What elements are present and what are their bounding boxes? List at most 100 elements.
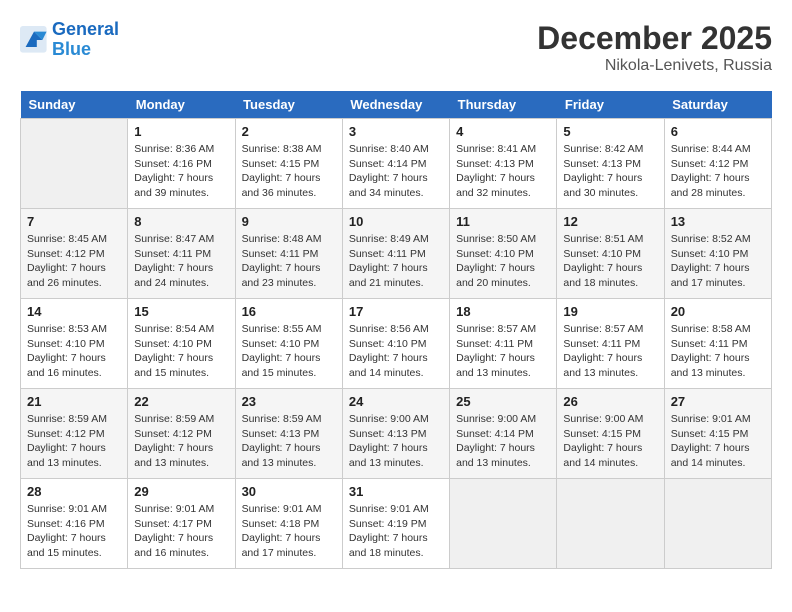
- month-title: December 2025: [537, 20, 772, 57]
- logo: General Blue: [20, 20, 119, 60]
- column-header-saturday: Saturday: [664, 91, 771, 119]
- calendar-week-row: 28 Sunrise: 9:01 AMSunset: 4:16 PMDayligh…: [21, 479, 772, 569]
- day-number: 28: [27, 484, 121, 499]
- day-number: 30: [242, 484, 336, 499]
- day-info: Sunrise: 8:41 AMSunset: 4:13 PMDaylight:…: [456, 142, 550, 201]
- day-info: Sunrise: 8:59 AMSunset: 4:12 PMDaylight:…: [27, 412, 121, 471]
- day-info: Sunrise: 9:01 AMSunset: 4:19 PMDaylight:…: [349, 502, 443, 561]
- calendar-cell: 16 Sunrise: 8:55 AMSunset: 4:10 PMDayligh…: [235, 299, 342, 389]
- logo-icon: [20, 26, 48, 54]
- calendar-cell: 19Sunrise: 8:57 AMSunset: 4:11 PMDayligh…: [557, 299, 664, 389]
- calendar-cell: 13 Sunrise: 8:52 AMSunset: 4:10 PMDayligh…: [664, 209, 771, 299]
- day-info: Sunrise: 8:48 AMSunset: 4:11 PMDaylight:…: [242, 232, 336, 291]
- day-info: Sunrise: 8:52 AMSunset: 4:10 PMDaylight:…: [671, 232, 765, 291]
- day-number: 27: [671, 394, 765, 409]
- calendar-table: SundayMondayTuesdayWednesdayThursdayFrid…: [20, 91, 772, 569]
- day-info: Sunrise: 8:36 AMSunset: 4:16 PMDaylight:…: [134, 142, 228, 201]
- calendar-header-row: SundayMondayTuesdayWednesdayThursdayFrid…: [21, 91, 772, 119]
- day-info: Sunrise: 9:01 AMSunset: 4:17 PMDaylight:…: [134, 502, 228, 561]
- day-number: 6: [671, 124, 765, 139]
- calendar-cell: 28 Sunrise: 9:01 AMSunset: 4:16 PMDayligh…: [21, 479, 128, 569]
- day-info: Sunrise: 8:57 AMSunset: 4:11 PMDaylight:…: [456, 322, 550, 381]
- day-number: 22: [134, 394, 228, 409]
- calendar-cell: [21, 119, 128, 209]
- calendar-cell: 20Sunrise: 8:58 AMSunset: 4:11 PMDayligh…: [664, 299, 771, 389]
- location-subtitle: Nikola-Lenivets, Russia: [537, 57, 772, 75]
- day-number: 20: [671, 304, 765, 319]
- day-number: 19: [563, 304, 657, 319]
- day-number: 24: [349, 394, 443, 409]
- calendar-cell: 1 Sunrise: 8:36 AMSunset: 4:16 PMDaylight…: [128, 119, 235, 209]
- day-number: 25: [456, 394, 550, 409]
- day-number: 5: [563, 124, 657, 139]
- calendar-week-row: 14 Sunrise: 8:53 AMSunset: 4:10 PMDayligh…: [21, 299, 772, 389]
- calendar-cell: 24 Sunrise: 9:00 AMSunset: 4:13 PMDayligh…: [342, 389, 449, 479]
- calendar-cell: 30 Sunrise: 9:01 AMSunset: 4:18 PMDayligh…: [235, 479, 342, 569]
- day-info: Sunrise: 8:59 AMSunset: 4:13 PMDaylight:…: [242, 412, 336, 471]
- calendar-cell: 6Sunrise: 8:44 AMSunset: 4:12 PMDaylight…: [664, 119, 771, 209]
- calendar-week-row: 7 Sunrise: 8:45 AMSunset: 4:12 PMDaylight…: [21, 209, 772, 299]
- day-info: Sunrise: 8:53 AMSunset: 4:10 PMDaylight:…: [27, 322, 121, 381]
- calendar-week-row: 21 Sunrise: 8:59 AMSunset: 4:12 PMDayligh…: [21, 389, 772, 479]
- day-number: 16: [242, 304, 336, 319]
- calendar-cell: 26 Sunrise: 9:00 AMSunset: 4:15 PMDayligh…: [557, 389, 664, 479]
- title-block: December 2025 Nikola-Lenivets, Russia: [537, 20, 772, 75]
- day-number: 2: [242, 124, 336, 139]
- day-info: Sunrise: 9:01 AMSunset: 4:18 PMDaylight:…: [242, 502, 336, 561]
- day-info: Sunrise: 9:01 AMSunset: 4:15 PMDaylight:…: [671, 412, 765, 471]
- day-info: Sunrise: 9:00 AMSunset: 4:15 PMDaylight:…: [563, 412, 657, 471]
- column-header-tuesday: Tuesday: [235, 91, 342, 119]
- day-number: 31: [349, 484, 443, 499]
- calendar-cell: 12 Sunrise: 8:51 AMSunset: 4:10 PMDayligh…: [557, 209, 664, 299]
- day-number: 3: [349, 124, 443, 139]
- calendar-cell: [664, 479, 771, 569]
- day-info: Sunrise: 8:51 AMSunset: 4:10 PMDaylight:…: [563, 232, 657, 291]
- day-number: 21: [27, 394, 121, 409]
- day-info: Sunrise: 8:42 AMSunset: 4:13 PMDaylight:…: [563, 142, 657, 201]
- column-header-sunday: Sunday: [21, 91, 128, 119]
- calendar-cell: 15 Sunrise: 8:54 AMSunset: 4:10 PMDayligh…: [128, 299, 235, 389]
- column-header-monday: Monday: [128, 91, 235, 119]
- day-info: Sunrise: 9:01 AMSunset: 4:16 PMDaylight:…: [27, 502, 121, 561]
- day-number: 14: [27, 304, 121, 319]
- column-header-friday: Friday: [557, 91, 664, 119]
- calendar-cell: 29 Sunrise: 9:01 AMSunset: 4:17 PMDayligh…: [128, 479, 235, 569]
- calendar-cell: 31 Sunrise: 9:01 AMSunset: 4:19 PMDayligh…: [342, 479, 449, 569]
- day-number: 7: [27, 214, 121, 229]
- day-number: 29: [134, 484, 228, 499]
- calendar-cell: 27 Sunrise: 9:01 AMSunset: 4:15 PMDayligh…: [664, 389, 771, 479]
- day-info: Sunrise: 8:38 AMSunset: 4:15 PMDaylight:…: [242, 142, 336, 201]
- calendar-cell: 11 Sunrise: 8:50 AMSunset: 4:10 PMDayligh…: [450, 209, 557, 299]
- day-info: Sunrise: 8:49 AMSunset: 4:11 PMDaylight:…: [349, 232, 443, 291]
- calendar-cell: 5 Sunrise: 8:42 AMSunset: 4:13 PMDaylight…: [557, 119, 664, 209]
- calendar-cell: 14 Sunrise: 8:53 AMSunset: 4:10 PMDayligh…: [21, 299, 128, 389]
- day-info: Sunrise: 8:45 AMSunset: 4:12 PMDaylight:…: [27, 232, 121, 291]
- day-number: 15: [134, 304, 228, 319]
- calendar-week-row: 1 Sunrise: 8:36 AMSunset: 4:16 PMDaylight…: [21, 119, 772, 209]
- calendar-cell: 25Sunrise: 9:00 AMSunset: 4:14 PMDayligh…: [450, 389, 557, 479]
- calendar-cell: 4 Sunrise: 8:41 AMSunset: 4:13 PMDaylight…: [450, 119, 557, 209]
- day-info: Sunrise: 8:54 AMSunset: 4:10 PMDaylight:…: [134, 322, 228, 381]
- day-number: 8: [134, 214, 228, 229]
- day-number: 23: [242, 394, 336, 409]
- logo-text: General Blue: [52, 20, 119, 60]
- calendar-cell: 9Sunrise: 8:48 AMSunset: 4:11 PMDaylight…: [235, 209, 342, 299]
- column-header-wednesday: Wednesday: [342, 91, 449, 119]
- day-number: 1: [134, 124, 228, 139]
- day-number: 11: [456, 214, 550, 229]
- day-info: Sunrise: 9:00 AMSunset: 4:13 PMDaylight:…: [349, 412, 443, 471]
- calendar-cell: 3 Sunrise: 8:40 AMSunset: 4:14 PMDaylight…: [342, 119, 449, 209]
- page-header: General Blue December 2025 Nikola-Lenive…: [20, 20, 772, 75]
- calendar-cell: 2 Sunrise: 8:38 AMSunset: 4:15 PMDaylight…: [235, 119, 342, 209]
- day-info: Sunrise: 8:50 AMSunset: 4:10 PMDaylight:…: [456, 232, 550, 291]
- day-number: 13: [671, 214, 765, 229]
- day-info: Sunrise: 8:55 AMSunset: 4:10 PMDaylight:…: [242, 322, 336, 381]
- day-info: Sunrise: 8:40 AMSunset: 4:14 PMDaylight:…: [349, 142, 443, 201]
- day-number: 12: [563, 214, 657, 229]
- day-number: 17: [349, 304, 443, 319]
- calendar-cell: [450, 479, 557, 569]
- day-number: 26: [563, 394, 657, 409]
- calendar-cell: 8Sunrise: 8:47 AMSunset: 4:11 PMDaylight…: [128, 209, 235, 299]
- day-number: 4: [456, 124, 550, 139]
- calendar-cell: 10Sunrise: 8:49 AMSunset: 4:11 PMDayligh…: [342, 209, 449, 299]
